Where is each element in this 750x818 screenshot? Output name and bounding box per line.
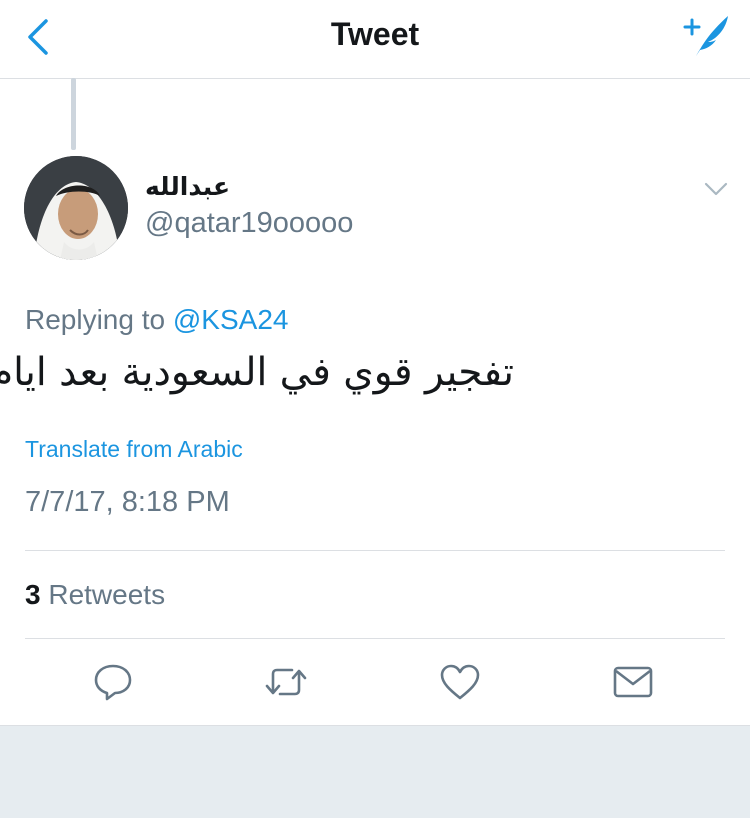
reply-mention-link[interactable]: @KSA24 (173, 304, 289, 335)
page-title: Tweet (330, 16, 420, 52)
thread-connector-line (71, 78, 76, 150)
avatar[interactable] (24, 156, 128, 260)
replying-to-line: Replying to @KSA24 (25, 304, 288, 336)
display-name[interactable]: عبدالله (145, 172, 230, 201)
replying-prefix: Replying to (25, 304, 166, 335)
tweet-action-bar (0, 640, 750, 724)
user-photo (24, 156, 128, 260)
user-handle[interactable]: @qatar19ooooo (145, 207, 353, 240)
retweet-stats[interactable]: 3 Retweets (25, 579, 165, 611)
navigation-bar: Tweet (0, 0, 750, 79)
chevron-down-icon (704, 182, 728, 196)
like-button[interactable] (438, 662, 482, 702)
tweet-options-button[interactable] (700, 176, 732, 202)
compose-tweet-button[interactable] (682, 12, 732, 60)
footer-background (0, 725, 750, 818)
translate-link[interactable]: Translate from Arabic (25, 436, 243, 463)
divider (25, 638, 725, 639)
reply-button[interactable] (91, 662, 135, 702)
compose-feather-icon (683, 16, 728, 56)
divider (25, 550, 725, 551)
direct-message-button[interactable] (611, 662, 655, 702)
direct-message-icon (613, 666, 653, 698)
tweet-timestamp: 7/7/17, 8:18 PM (25, 486, 230, 518)
like-heart-icon (440, 664, 480, 700)
retweet-icon (265, 668, 307, 696)
tweet-text: تفجير قوي في السعودية بعد ايام (0, 350, 514, 395)
retweet-button[interactable] (264, 662, 308, 702)
reply-icon (94, 664, 132, 701)
retweet-count: 3 (25, 579, 41, 610)
retweet-label: Retweets (48, 579, 166, 610)
